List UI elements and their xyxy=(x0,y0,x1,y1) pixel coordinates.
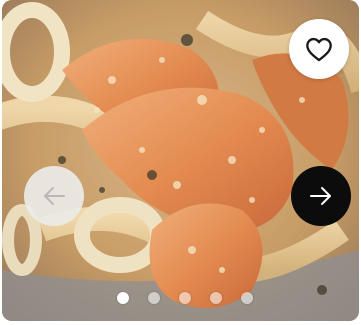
slide-dot-3[interactable] xyxy=(179,292,191,304)
next-image-button[interactable] xyxy=(291,166,351,226)
slide-dot-5[interactable] xyxy=(241,292,253,304)
arrow-left-icon xyxy=(44,187,65,205)
heart-icon xyxy=(306,37,332,62)
slide-dot-4[interactable] xyxy=(210,292,222,304)
arrow-right-icon xyxy=(310,187,331,205)
slide-indicator xyxy=(0,292,361,306)
previous-image-button[interactable] xyxy=(24,166,84,226)
gallery-frame xyxy=(2,0,359,321)
image-gallery xyxy=(0,0,361,325)
slide-dot-2[interactable] xyxy=(148,292,160,304)
favorite-button[interactable] xyxy=(289,19,349,79)
slide-dot-1[interactable] xyxy=(117,292,129,304)
